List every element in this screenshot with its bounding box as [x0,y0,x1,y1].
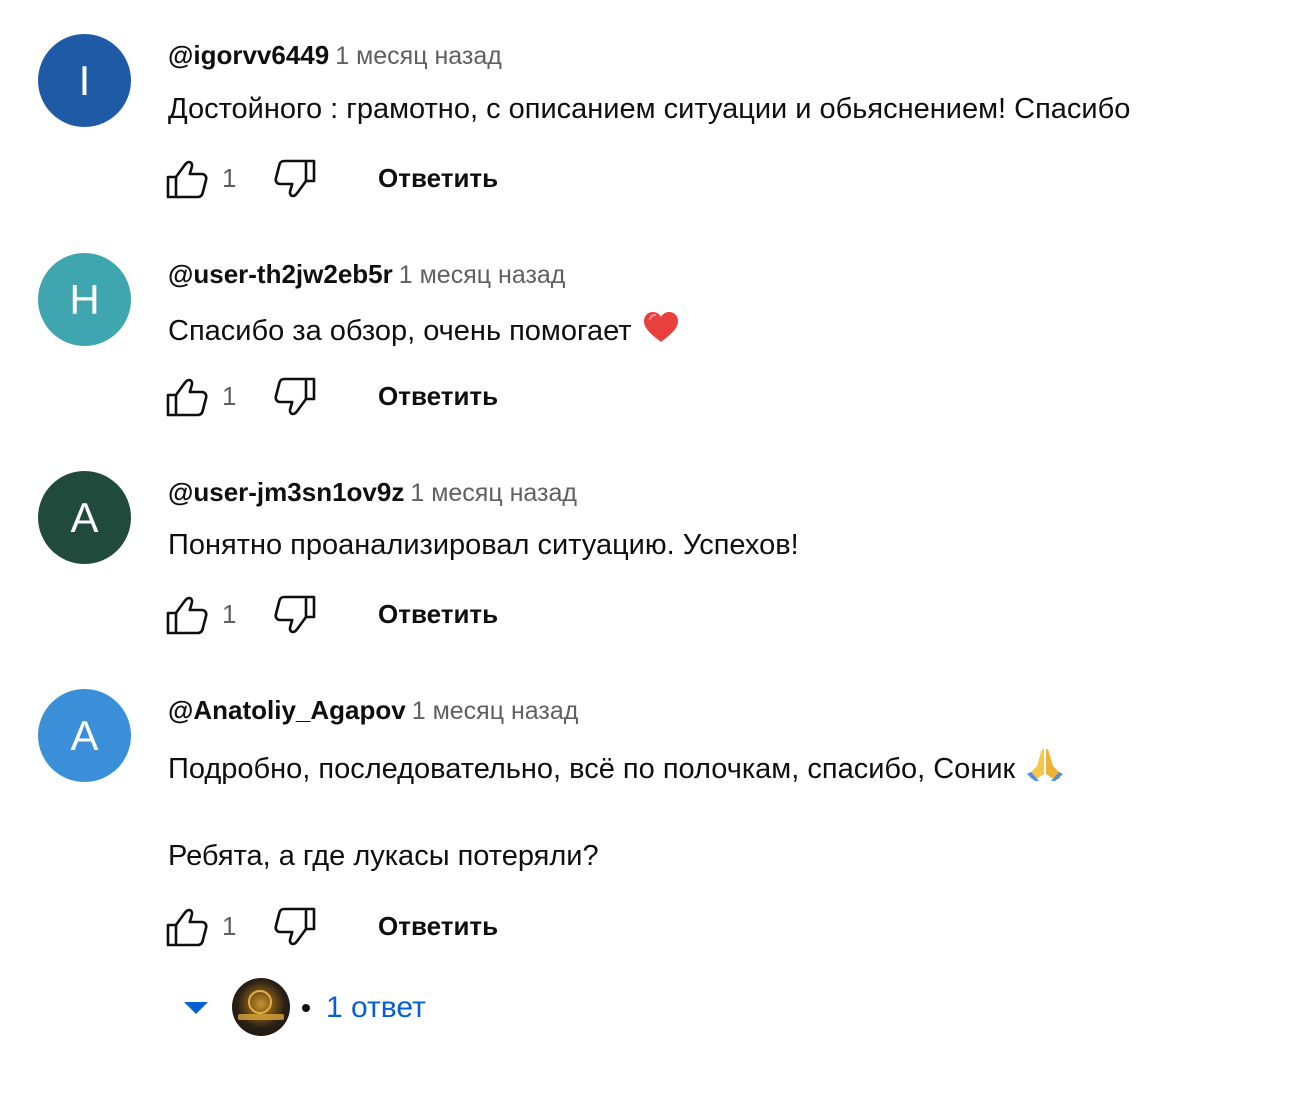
caret-down-icon [184,1002,208,1014]
thumbs-down-icon [274,377,316,416]
reply-author-avatar [232,978,290,1036]
comment-text: Подробно, последовательно, всё по полочк… [168,746,1065,790]
heart-emoji-icon [642,310,680,352]
comment-text-content: Спасибо за обзор, очень помогает [168,315,632,347]
replies-count-label: 1 ответ [326,991,426,1024]
comment-text: Спасибо за обзор, очень помогает [168,310,680,352]
comment-header: @user-th2jw2eb5r 1 месяц назад [168,259,565,290]
like-count: 1 [222,381,237,411]
comment-timestamp[interactable]: 1 месяц назад [335,42,502,70]
comment-text: Достойного : грамотно, с описанием ситуа… [168,93,1131,125]
thumbs-up-icon [166,160,208,199]
thumbs-down-icon [274,159,316,198]
comment-header: @Anatoliy_Agapov 1 месяц назад [168,695,578,726]
comment-text-content: Подробно, последовательно, всё по полочк… [168,753,1016,785]
author-name[interactable]: @user-th2jw2eb5r [168,259,393,289]
comment-text: Понятно проанализировал ситуацию. Успехо… [168,529,799,561]
like-button[interactable] [164,904,210,950]
dislike-button[interactable] [272,904,318,950]
thumbs-down-icon [274,595,316,634]
like-button[interactable] [164,374,210,420]
reply-button[interactable]: Ответить [378,162,498,194]
thumbs-up-icon [166,908,208,947]
comment-actions: 1 Ответить [164,374,524,420]
dislike-button[interactable] [272,592,318,638]
comment-header: @igorvv6449 1 месяц назад [168,40,502,71]
dislike-button[interactable] [272,156,318,202]
show-replies-button[interactable]: 1 ответ [180,978,480,1038]
comment-actions: 1 Ответить [164,156,524,202]
like-button[interactable] [164,156,210,202]
comment-timestamp[interactable]: 1 месяц назад [399,261,566,289]
comment-actions: 1 Ответить [164,592,524,638]
avatar[interactable]: A [38,689,131,782]
avatar[interactable]: I [38,34,131,127]
avatar[interactable]: H [38,253,131,346]
like-button[interactable] [164,592,210,638]
author-name[interactable]: @igorvv6449 [168,40,329,70]
comment-text-line-2: Ребята, а где лукасы потеряли? [168,840,599,872]
reply-button[interactable]: Ответить [378,910,498,942]
comment-timestamp[interactable]: 1 месяц назад [412,697,579,725]
like-count: 1 [222,599,237,629]
thumbs-up-icon [166,596,208,635]
author-name[interactable]: @Anatoliy_Agapov [168,695,406,725]
author-name[interactable]: @user-jm3sn1ov9z [168,477,404,507]
folded-hands-emoji-icon [1025,746,1065,790]
reply-button[interactable]: Ответить [378,598,498,630]
thumbs-up-icon [166,378,208,417]
thumbs-down-icon [274,907,316,946]
reply-button[interactable]: Ответить [378,380,498,412]
comment-header: @user-jm3sn1ov9z 1 месяц назад [168,477,577,508]
like-count: 1 [222,911,237,941]
separator-dot [302,1004,310,1012]
dislike-button[interactable] [272,374,318,420]
comment-timestamp[interactable]: 1 месяц назад [410,479,577,507]
like-count: 1 [222,163,237,193]
avatar[interactable]: A [38,471,131,564]
comment-actions: 1 Ответить [164,904,524,950]
